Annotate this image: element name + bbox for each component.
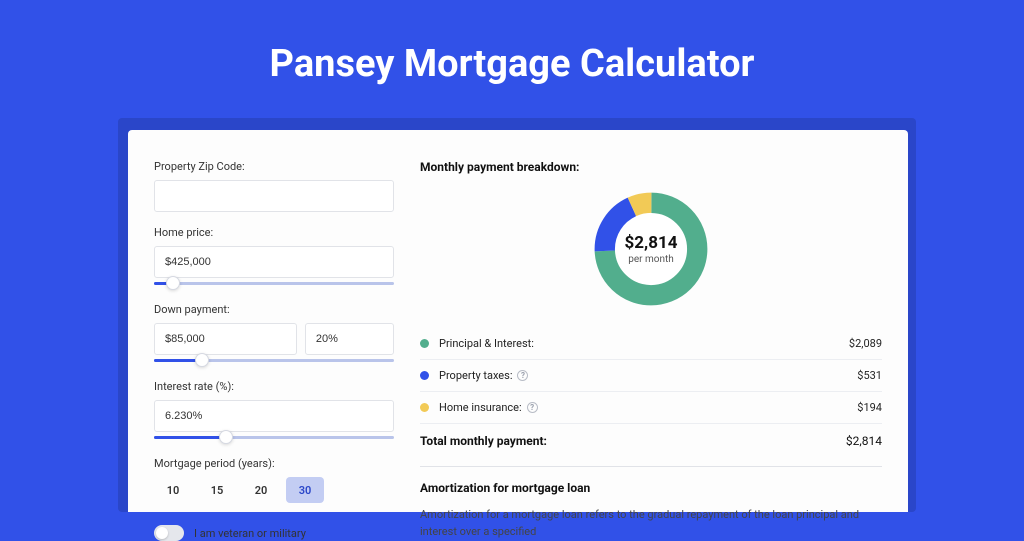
home-price-label: Home price: — [154, 226, 394, 239]
amortization-title: Amortization for mortgage loan — [420, 481, 882, 495]
period-pill-30[interactable]: 30 — [286, 477, 324, 503]
interest-label: Interest rate (%): — [154, 380, 394, 393]
total-amount: $2,814 — [846, 434, 882, 448]
veteran-label: I am veteran or military — [194, 527, 306, 540]
interest-slider-fill — [154, 436, 226, 439]
interest-slider[interactable] — [154, 431, 394, 443]
down-payment-slider-thumb[interactable] — [195, 353, 209, 367]
period-pill-10[interactable]: 10 — [154, 477, 192, 503]
legend-label: Home insurance:? — [439, 401, 857, 414]
legend-label: Principal & Interest: — [439, 337, 849, 350]
interest-slider-thumb[interactable] — [219, 430, 233, 444]
legend-dot-icon — [420, 371, 429, 380]
period-pill-20[interactable]: 20 — [242, 477, 280, 503]
period-label: Mortgage period (years): — [154, 457, 394, 470]
period-pill-15[interactable]: 15 — [198, 477, 236, 503]
home-price-input[interactable] — [154, 246, 394, 278]
zip-label: Property Zip Code: — [154, 160, 394, 173]
payment-donut-chart: $2,814 per month — [590, 188, 712, 310]
period-pill-row: 10 15 20 30 — [154, 477, 394, 503]
amortization-section: Amortization for mortgage loan Amortizat… — [420, 466, 882, 540]
veteran-toggle-knob — [156, 527, 168, 539]
home-price-slider-thumb[interactable] — [166, 276, 180, 290]
down-payment-slider[interactable] — [154, 354, 394, 366]
help-icon[interactable]: ? — [527, 402, 538, 413]
veteran-toggle[interactable] — [154, 525, 184, 541]
legend-label: Property taxes:? — [439, 369, 857, 382]
donut-subtext: per month — [628, 254, 674, 265]
legend-amount: $2,089 — [849, 337, 882, 350]
total-label: Total monthly payment: — [420, 434, 846, 448]
donut-total: $2,814 — [625, 233, 678, 253]
page-title: Pansey Mortgage Calculator — [0, 0, 1024, 110]
legend-row: Property taxes:?$531 — [420, 360, 882, 392]
calculator-card: Property Zip Code: Home price: Down paym… — [128, 130, 908, 512]
home-price-slider[interactable] — [154, 277, 394, 289]
down-payment-label: Down payment: — [154, 303, 394, 316]
legend-dot-icon — [420, 403, 429, 412]
legend-dot-icon — [420, 339, 429, 348]
form-panel: Property Zip Code: Home price: Down paym… — [154, 156, 394, 512]
help-icon[interactable]: ? — [517, 370, 528, 381]
breakdown-panel: Monthly payment breakdown: $2,814 per mo… — [420, 156, 882, 512]
down-payment-amount-input[interactable] — [154, 323, 297, 355]
legend-row: Home insurance:?$194 — [420, 392, 882, 423]
legend-amount: $194 — [857, 401, 882, 414]
interest-input[interactable] — [154, 400, 394, 432]
down-payment-pct-input[interactable] — [305, 323, 394, 355]
zip-input[interactable] — [154, 180, 394, 212]
breakdown-title: Monthly payment breakdown: — [420, 160, 882, 174]
legend-amount: $531 — [857, 369, 882, 382]
legend-row: Principal & Interest:$2,089 — [420, 328, 882, 360]
